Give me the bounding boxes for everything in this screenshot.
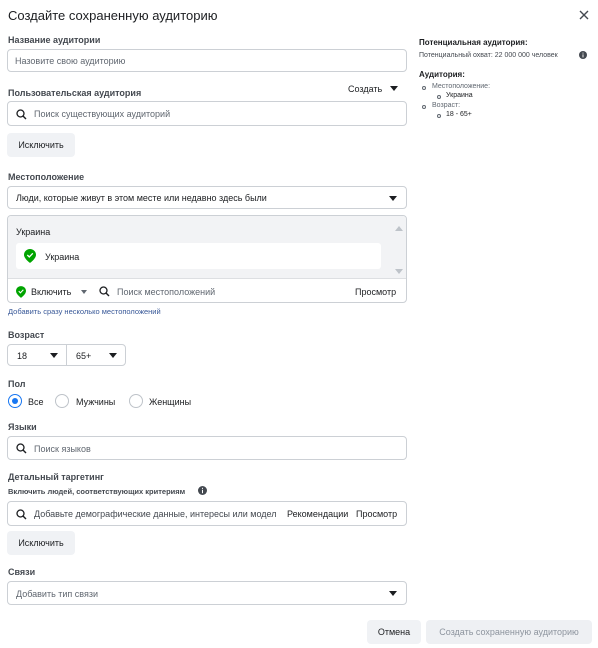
gender-label: Пол (8, 379, 26, 389)
connections-placeholder: Добавить тип связи (16, 589, 99, 599)
chevron-down-icon (109, 353, 117, 358)
bullet (422, 105, 426, 109)
bullet (437, 114, 441, 118)
cancel-button[interactable]: Отмена (367, 620, 421, 644)
audience-name-input[interactable]: Назовите свою аудиторию (7, 49, 407, 72)
gender-female-radio[interactable] (129, 394, 143, 408)
include-dropdown[interactable]: Включить (16, 285, 90, 299)
include-label: Включить (31, 287, 72, 297)
scroll-up-icon[interactable] (395, 223, 403, 233)
custom-audience-search-input[interactable]: Поиск существующих аудиторий (7, 101, 407, 126)
bullet (422, 86, 426, 90)
location-label: Местоположение (8, 172, 85, 182)
chevron-down-icon (390, 86, 398, 91)
summary-location-value: Украина (446, 92, 473, 99)
location-pin-icon (24, 249, 36, 265)
connections-select[interactable]: Добавить тип связи (7, 581, 407, 605)
audience-summary-title: Аудитория: (419, 70, 465, 79)
gender-female-label: Женщины (149, 397, 192, 407)
audience-name-label: Название аудитории (8, 35, 101, 45)
create-audience-dropdown[interactable]: Создать (348, 84, 400, 96)
age-to-value: 65+ (76, 351, 92, 361)
summary-location-label: Местоположение: (432, 83, 491, 90)
chevron-down-icon (81, 290, 87, 294)
info-icon[interactable] (579, 51, 587, 61)
chevron-down-icon (389, 196, 397, 201)
location-item-label: Украина (45, 252, 80, 262)
custom-audience-label: Пользовательская аудитория (8, 88, 142, 98)
search-icon (16, 109, 27, 122)
bulk-locations-link[interactable]: Добавить сразу несколько местоположений (8, 307, 161, 316)
summary-age-label: Возраст: (432, 102, 461, 109)
custom-audience-search-placeholder: Поиск существующих аудиторий (34, 109, 171, 119)
potential-reach: Потенциальный охват: 22 000 000 человек (419, 52, 558, 59)
location-search-input[interactable]: Поиск местоположений (117, 287, 337, 299)
create-saved-audience-button[interactable]: Создать сохраненную аудиторию (426, 620, 592, 644)
search-icon (16, 509, 27, 522)
age-label: Возраст (8, 330, 45, 340)
audience-name-placeholder: Назовите свою аудиторию (15, 56, 126, 66)
info-icon[interactable] (198, 486, 207, 497)
languages-search-input[interactable]: Поиск языков (7, 436, 407, 460)
search-icon (99, 286, 110, 299)
potential-audience-title: Потенциальная аудитория: (419, 38, 528, 47)
detailed-targeting-label: Детальный таргетинг (8, 472, 104, 482)
location-pin-icon (16, 286, 26, 300)
close-icon[interactable] (577, 8, 591, 22)
location-browse-button[interactable]: Просмотр (355, 287, 396, 297)
connections-label: Связи (8, 567, 36, 577)
search-icon (16, 443, 27, 456)
languages-label: Языки (8, 422, 37, 432)
gender-all-label: Все (28, 397, 44, 407)
gender-male-radio[interactable] (55, 394, 69, 408)
gender-male-label: Мужчины (76, 397, 116, 407)
gender-all-radio[interactable] (8, 394, 22, 408)
location-type-select[interactable]: Люди, которые живут в этом месте или нед… (7, 186, 407, 209)
bullet (437, 95, 441, 99)
location-panel: Украина Украина Включить Поиск местополо… (7, 215, 407, 303)
scroll-down-icon[interactable] (395, 266, 403, 276)
location-item[interactable]: Украина (16, 243, 381, 269)
chevron-down-icon (50, 353, 58, 358)
age-to-select[interactable]: 65+ (66, 344, 126, 366)
detailed-targeting-sublabel: Включить людей, соответствующих критерия… (8, 487, 186, 496)
divider (8, 278, 406, 279)
summary-age-value: 18 - 65+ (446, 111, 472, 118)
targeting-browse-button[interactable]: Просмотр (356, 509, 397, 519)
suggestions-button[interactable]: Рекомендации (287, 509, 348, 519)
age-from-select[interactable]: 18 (7, 344, 67, 366)
exclude-audience-button[interactable]: Исключить (7, 133, 75, 157)
detailed-targeting-placeholder: Добавьте демографические данные, интерес… (34, 509, 277, 519)
location-group-header: Украина (16, 227, 51, 237)
languages-placeholder: Поиск языков (34, 444, 91, 454)
location-type-value: Люди, которые живут в этом месте или нед… (16, 193, 267, 203)
chevron-down-icon (389, 591, 397, 596)
detailed-targeting-input[interactable]: Добавьте демографические данные, интерес… (7, 501, 407, 526)
exclude-targeting-button[interactable]: Исключить (7, 531, 75, 555)
create-audience-label: Создать (348, 84, 383, 94)
dialog-title: Создайте сохраненную аудиторию (8, 8, 218, 23)
age-from-value: 18 (17, 351, 28, 361)
